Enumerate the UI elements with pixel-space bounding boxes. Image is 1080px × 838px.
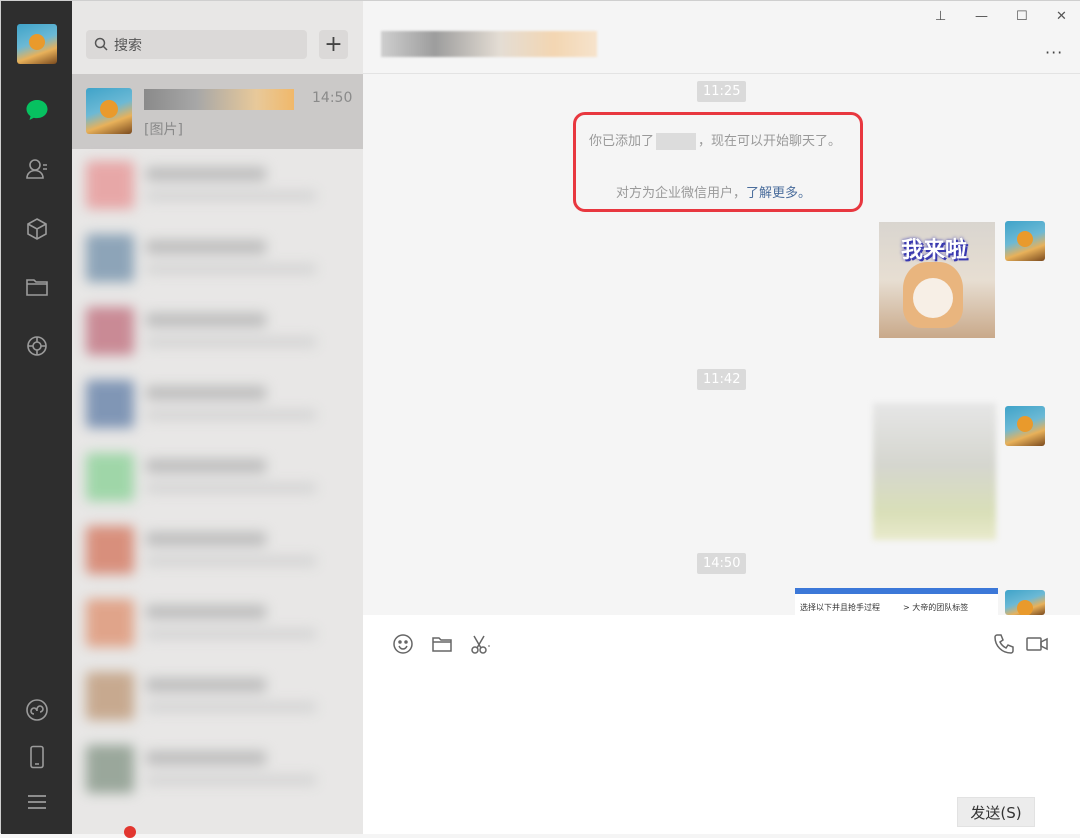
redacted-name	[656, 133, 697, 150]
list-item[interactable]	[78, 299, 356, 363]
learn-more-link[interactable]: 了解更多。	[746, 186, 811, 201]
pin-icon[interactable]: ⊥	[935, 9, 946, 24]
my-avatar[interactable]	[1005, 590, 1045, 615]
list-item[interactable]	[78, 226, 356, 290]
timestamp: 11:42	[697, 369, 747, 390]
video-call-icon[interactable]	[1025, 632, 1049, 656]
folder-icon[interactable]	[430, 632, 454, 656]
blurred-chat-list	[78, 153, 356, 828]
my-avatar[interactable]	[1005, 406, 1045, 446]
timestamp: 11:25	[697, 81, 747, 102]
chat-title-redacted	[381, 31, 597, 57]
contact-avatar	[86, 88, 132, 134]
list-item[interactable]	[78, 372, 356, 436]
timestamp: 14:50	[697, 553, 747, 574]
folder-icon[interactable]	[21, 271, 52, 302]
contacts-icon[interactable]	[21, 153, 52, 184]
message-input-area[interactable]: 发送(S)	[363, 615, 1080, 834]
header-divider	[363, 73, 1080, 74]
chat-panel: ⊥ — ☐ ✕ ··· 11:25 你已添加了 ，现在可以开始聊天了。 对方为企业…	[363, 1, 1080, 834]
minimize-button[interactable]: —	[975, 9, 988, 24]
maximize-button[interactable]: ☐	[1016, 9, 1028, 24]
blurred-image-message[interactable]	[873, 403, 996, 540]
voice-call-icon[interactable]	[992, 632, 1016, 656]
unread-badge	[124, 826, 136, 838]
list-item[interactable]	[78, 664, 356, 728]
sticker-image[interactable]: 我来啦	[879, 222, 995, 338]
add-chat-button[interactable]: +	[319, 30, 348, 59]
chat-time: 14:50	[312, 90, 353, 106]
my-avatar[interactable]	[17, 24, 57, 64]
close-button[interactable]: ✕	[1056, 9, 1067, 24]
left-nav-rail	[1, 1, 72, 834]
system-message-enterprise: 对方为企业微信用户，了解更多。	[616, 186, 812, 201]
emoji-icon[interactable]	[391, 632, 415, 656]
more-options-button[interactable]: ···	[1045, 43, 1063, 62]
miniprogram-icon[interactable]	[21, 694, 52, 725]
chat-list-panel: 搜索 + 14:50 [图片]	[72, 1, 363, 838]
my-avatar[interactable]	[1005, 221, 1045, 261]
menu-icon[interactable]	[21, 786, 52, 817]
phone-icon[interactable]	[21, 741, 52, 772]
list-item[interactable]	[78, 518, 356, 582]
document-screenshot-message[interactable]: 选择以下并且抢手过程 > 大帝的团队标签	[795, 588, 998, 616]
list-item[interactable]	[78, 445, 356, 509]
chat-list-item-active[interactable]: 14:50 [图片]	[72, 74, 363, 149]
contact-name-redacted	[144, 89, 294, 110]
moments-icon[interactable]	[21, 330, 52, 361]
chat-preview: [图片]	[144, 122, 183, 138]
wechat-window: 搜索 + 14:50 [图片] ⊥ — ☐ ✕ ··· 11:25 你已添加了 …	[0, 0, 1080, 838]
chat-icon[interactable]	[21, 94, 52, 125]
send-button[interactable]: 发送(S)	[957, 797, 1035, 827]
scissors-icon[interactable]	[468, 632, 492, 656]
list-item[interactable]	[78, 737, 356, 801]
search-input[interactable]: 搜索	[86, 30, 307, 59]
search-icon	[94, 37, 108, 51]
list-item[interactable]	[78, 153, 356, 217]
search-placeholder: 搜索	[114, 38, 142, 54]
list-item[interactable]	[78, 591, 356, 655]
sticker-caption: 我来啦	[901, 238, 968, 263]
box-icon[interactable]	[21, 213, 52, 244]
system-message-added: 你已添加了 ，现在可以开始聊天了。	[589, 133, 842, 150]
